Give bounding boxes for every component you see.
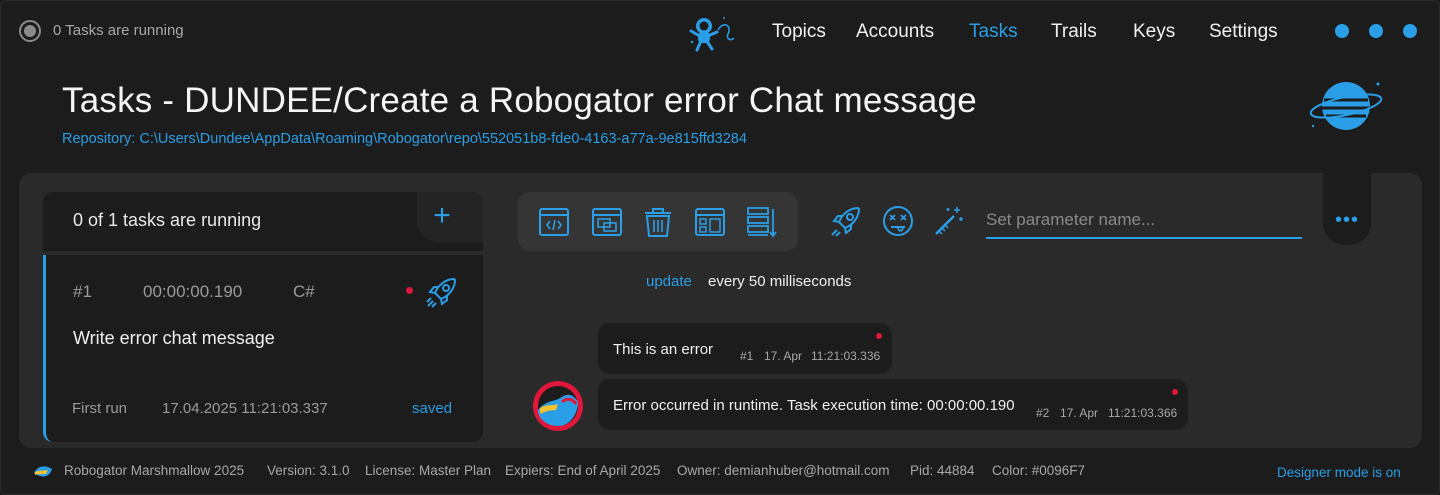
message-error-dot	[876, 333, 882, 339]
trash-icon[interactable]	[641, 205, 675, 239]
nav-accounts[interactable]: Accounts	[856, 21, 934, 43]
update-link[interactable]: update	[646, 273, 692, 290]
planet-icon	[1309, 82, 1383, 130]
dizzy-face-icon[interactable]	[881, 204, 915, 238]
list-tree-icon[interactable]	[745, 205, 779, 239]
message-time: 11:21:03.336	[811, 349, 881, 363]
update-interval-text: every 50 milliseconds	[708, 273, 852, 290]
repository-path-link[interactable]: Repository: C:\Users\Dundee\AppData\Roam…	[62, 131, 747, 147]
footer-app-name: Robogator Marshmallow 2025	[64, 463, 245, 478]
close-button[interactable]	[1403, 24, 1417, 38]
message-error-dot	[1172, 389, 1178, 395]
footer-pid: Pid: 44884	[910, 463, 975, 478]
parameter-name-input[interactable]	[986, 206, 1302, 239]
maximize-button[interactable]	[1369, 24, 1383, 38]
running-tasks-status: 0 Tasks are running	[53, 22, 184, 39]
layout-grid-icon[interactable]	[693, 205, 727, 239]
task-language: C#	[293, 282, 315, 301]
nav-settings[interactable]: Settings	[1209, 21, 1278, 43]
message-time: 11:21:03.366	[1108, 406, 1178, 420]
page-title: Tasks - DUNDEE/Create a Robogator error …	[62, 81, 977, 120]
magic-wand-icon[interactable]	[932, 204, 966, 238]
first-run-label: First run	[72, 400, 128, 417]
footer-license: License: Master Plan	[365, 463, 492, 478]
task-saved-status: saved	[412, 400, 453, 417]
message-text: Error occurred in runtime. Task executio…	[613, 397, 1015, 414]
nav-trails[interactable]: Trails	[1051, 21, 1097, 43]
message-date: 17. Apr	[1060, 406, 1099, 420]
message-date: 17. Apr	[764, 349, 803, 363]
task-status-icon	[19, 20, 41, 42]
nav-tasks[interactable]: Tasks	[969, 21, 1018, 43]
nav-keys[interactable]: Keys	[1133, 21, 1175, 43]
nav-topics[interactable]: Topics	[772, 21, 826, 43]
run-task-rocket-icon[interactable]	[424, 274, 460, 310]
footer-color: Color: #0096F7	[992, 463, 1086, 478]
code-window-icon[interactable]	[537, 205, 571, 239]
footer-expires: Expiers: End of April 2025	[505, 463, 661, 478]
robogator-logo-icon	[34, 466, 52, 477]
task-number: #1	[73, 282, 92, 301]
message-text: This is an error	[613, 341, 714, 358]
robogator-avatar	[533, 381, 583, 431]
minimize-button[interactable]	[1335, 24, 1349, 38]
rocket-icon[interactable]	[829, 204, 863, 238]
plus-icon[interactable]: +	[430, 201, 454, 231]
first-run-value: 17.04.2025 11:21:03.337	[162, 400, 328, 417]
footer-owner: Owner: demianhuber@hotmail.com	[677, 463, 890, 478]
footer-version: Version: 3.1.0	[267, 463, 350, 478]
designer-mode-link[interactable]: Designer mode is on	[1277, 465, 1401, 480]
task-title: Write error chat message	[73, 328, 275, 348]
astronaut-logo-icon	[689, 17, 735, 52]
task-running-count: 0 of 1 tasks are running	[73, 210, 262, 230]
task-duration: 00:00:00.190	[143, 282, 243, 301]
window-switch-icon[interactable]	[590, 205, 624, 239]
error-indicator-dot	[406, 287, 413, 294]
more-dots-icon[interactable]: •••	[1335, 210, 1359, 230]
message-number: #2	[1036, 406, 1050, 420]
message-number: #1	[740, 349, 754, 363]
